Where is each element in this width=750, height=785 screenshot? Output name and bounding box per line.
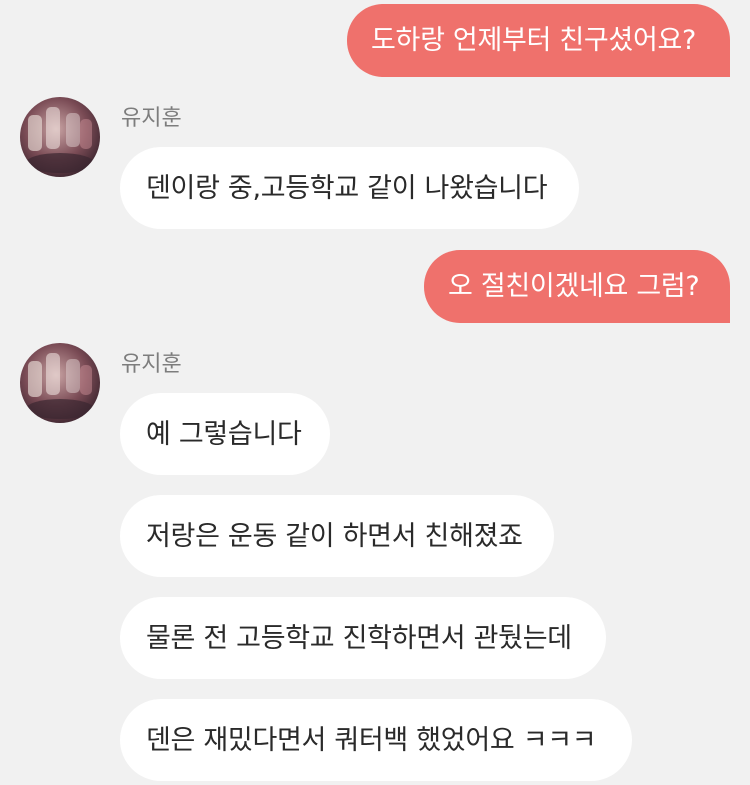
message-text: 덴은 재밌다면서 쿼터백 했었어요 ㅋㅋㅋ — [146, 724, 597, 756]
message-text: 물론 전 고등학교 진학하면서 관뒀는데 — [146, 622, 572, 654]
avatar-photo-icon — [20, 343, 100, 423]
outgoing-message[interactable]: 도하랑 언제부터 친구셨어요? — [347, 4, 730, 77]
avatar[interactable] — [20, 343, 100, 423]
message-text: 도하랑 언제부터 친구셨어요? — [371, 25, 697, 56]
chat-thread: 도하랑 언제부터 친구셨어요? 유지훈 덴이랑 중,고등학교 같이 나왔습니다 … — [0, 0, 750, 785]
incoming-message[interactable]: 덴이랑 중,고등학교 같이 나왔습니다 — [120, 147, 579, 229]
message-text: 예 그렇습니다 — [146, 418, 302, 450]
message-text: 저랑은 운동 같이 하면서 친해졌죠 — [146, 520, 523, 552]
incoming-message[interactable]: 덴은 재밌다면서 쿼터백 했었어요 ㅋㅋㅋ — [120, 699, 632, 781]
message-text: 덴이랑 중,고등학교 같이 나왔습니다 — [146, 172, 548, 204]
message-text: 오 절친이겠네요 그럼? — [448, 271, 700, 302]
outgoing-message[interactable]: 오 절친이겠네요 그럼? — [424, 250, 730, 323]
avatar-photo-icon — [20, 97, 100, 177]
sender-name: 유지훈 — [121, 352, 182, 377]
incoming-message[interactable]: 예 그렇습니다 — [120, 393, 330, 475]
incoming-message[interactable]: 물론 전 고등학교 진학하면서 관뒀는데 — [120, 597, 606, 679]
avatar[interactable] — [20, 97, 100, 177]
sender-name: 유지훈 — [121, 106, 182, 131]
incoming-message[interactable]: 저랑은 운동 같이 하면서 친해졌죠 — [120, 495, 554, 577]
